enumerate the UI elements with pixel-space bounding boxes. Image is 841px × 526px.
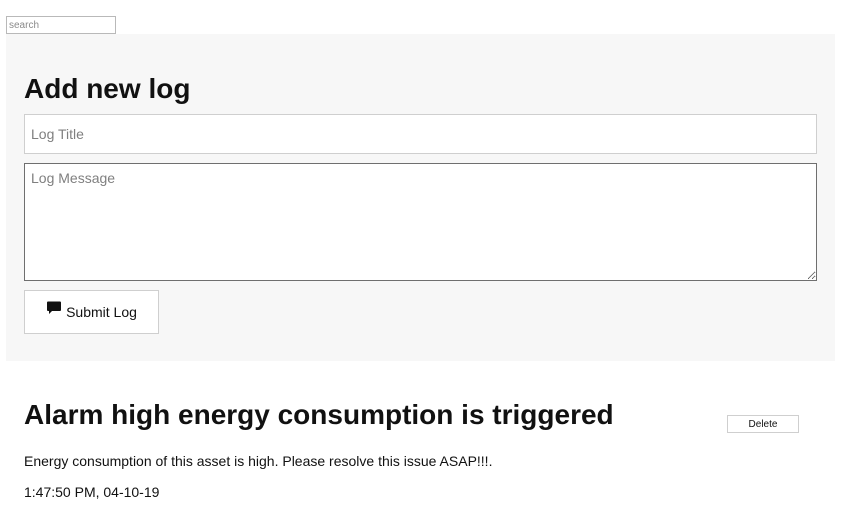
comment-icon <box>46 300 62 316</box>
log-title-input[interactable] <box>24 114 817 154</box>
delete-log-button[interactable]: Delete <box>727 415 799 433</box>
form-heading: Add new log <box>24 73 191 104</box>
submit-log-button[interactable]: Submit Log <box>24 290 159 334</box>
submit-log-label: Submit Log <box>66 304 137 320</box>
add-log-form: Add new log Submit Log <box>6 34 835 361</box>
log-message-input[interactable] <box>24 163 817 281</box>
log-title: Alarm high energy consumption is trigger… <box>24 399 614 430</box>
search-input[interactable] <box>6 16 116 34</box>
log-message: Energy consumption of this asset is high… <box>24 453 493 469</box>
log-timestamp: 1:47:50 PM, 04-10-19 <box>24 484 160 500</box>
